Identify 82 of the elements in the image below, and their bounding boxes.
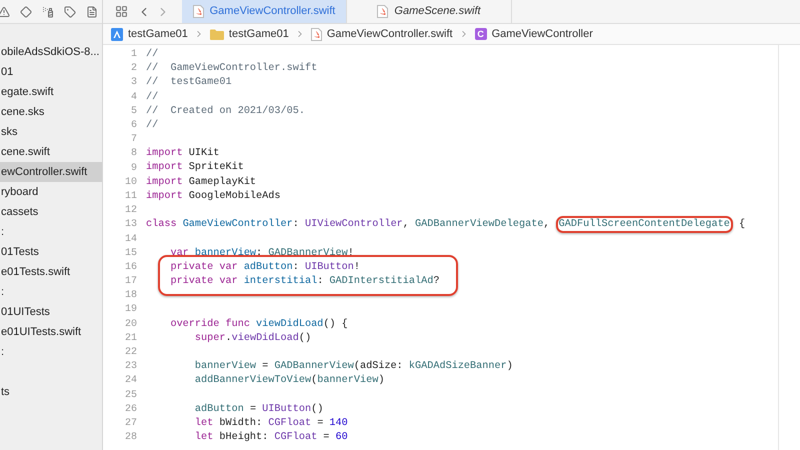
code-line: let bWidth: CGFloat = 140 [194,418,348,430]
breadcrumb-item[interactable]: GameViewController.swift [326,26,453,42]
file-tree-item[interactable]: sks [0,122,102,142]
code-line: import GoogleMobileAds [146,192,281,202]
file-tree-item[interactable]: : [0,282,102,302]
code-line: // testGame01 [146,78,232,89]
code-line: import UIKit [146,149,220,160]
code-line: // [146,92,158,103]
file-tree-item[interactable]: cene.swift [0,142,102,162]
grid-icon[interactable] [115,5,128,18]
line-number: 1 [130,50,137,60]
file-tree-item[interactable]: e01Tests.swift [0,262,102,282]
line-number: 4 [130,92,137,103]
line-number: 10 [124,178,137,188]
line-number: 16 [124,262,137,273]
code-line: // [146,50,158,60]
breadcrumb-item[interactable]: GameViewController [492,26,593,42]
line-number: 25 [124,390,137,401]
code-line: import GameplayKit [146,178,256,188]
code-line: private var interstitial: GADInterstitialAd? [169,276,440,288]
code-line: // Created on 2021/03/05. [146,106,305,117]
file-tree-item[interactable]: egate.swift [0,82,102,102]
file-tree-item[interactable]: cassets [0,202,102,222]
line-number: 11 [124,192,137,202]
file-tree-item[interactable]: 01UITests [0,302,102,322]
app-project-icon [111,28,123,40]
line-number: 12 [124,206,137,216]
swift-file-icon [310,28,322,40]
file-tree-item[interactable]: : [0,222,102,242]
file-tree-item[interactable]: e01UITests.swift [0,322,102,342]
line-number: 5 [130,106,137,117]
file-tree-item[interactable]: : [0,342,102,362]
line-number: 7 [130,135,137,146]
line-number: 9 [130,164,137,174]
line-number: 23 [124,362,137,372]
swift-file-icon [377,5,388,18]
swift-file-icon [192,5,204,18]
list-icon[interactable] [86,6,98,18]
code-line: addBannerViewToView(bannerView) [194,376,384,386]
line-number: 22 [124,348,137,358]
code-line: let bHeight: CGFloat = 60 [194,433,348,444]
line-number: 15 [124,248,137,259]
code-line: // GameViewController.swift [146,64,318,74]
editor-tab[interactable]: GameScene.swift [347,0,512,23]
code-line: adButton = UIButton() [194,404,324,415]
line-number: 14 [124,234,137,245]
line-number: 26 [124,404,137,415]
file-tree-item[interactable]: 01Tests [0,242,102,262]
line-number: 6 [130,121,137,132]
code-line: bannerView = GADBannerView(adSize: kGADAdSizeBanner) [194,362,513,372]
code-line: super.viewDidLoad() [194,334,312,344]
breadcrumb-item[interactable]: testGame01 [128,26,188,42]
file-tree-item[interactable]: obileAdsSdkiOS-8... [0,42,102,62]
file-tree-item[interactable]: ewController.swift [0,162,102,182]
code-line: import SpriteKit [146,163,244,174]
file-tree-item[interactable]: ryboard [0,182,102,202]
line-number: 28 [124,433,137,444]
code-line: var bannerView: GADBannerView! [169,248,354,259]
line-number: 21 [124,334,137,344]
file-tree-item[interactable]: cene.sks [0,102,102,122]
warning-icon[interactable] [0,6,10,18]
code-line: // [146,120,158,132]
diamond-icon[interactable] [20,6,32,18]
code-line: private var adButton: UIButton! [169,262,360,273]
breadcrumb-item[interactable]: testGame01 [228,26,289,42]
line-number: 24 [124,376,137,386]
line-number: 2 [130,64,137,74]
line-number: 8 [130,149,137,160]
editor-tab[interactable]: GameViewController.swift [182,0,347,23]
line-number: 20 [124,320,137,330]
class-badge-icon: C [474,28,487,40]
file-tree-item[interactable]: ts [0,382,102,402]
folder-icon [210,28,224,40]
line-number: 18 [124,291,137,302]
line-number: 3 [130,78,137,88]
tag-icon[interactable] [64,6,76,18]
line-number: 19 [124,305,137,316]
code-line: override func viewDidLoad() { [169,320,348,330]
file-tree-item[interactable]: 01 [0,62,102,82]
line-number: 27 [124,418,137,429]
line-number: 13 [124,220,137,230]
line-number: 17 [124,277,137,288]
